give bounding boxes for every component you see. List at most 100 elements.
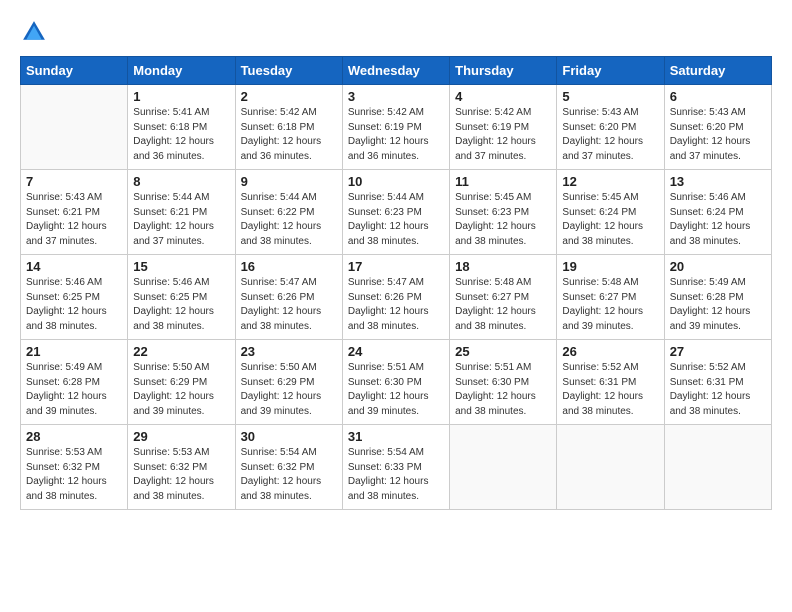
calendar-cell: 25 Sunrise: 5:51 AMSunset: 6:30 PMDayligh…: [450, 340, 557, 425]
day-info: Sunrise: 5:44 AMSunset: 6:22 PMDaylight:…: [241, 191, 337, 249]
calendar-cell: 18 Sunrise: 5:48 AMSunset: 6:27 PMDayligh…: [450, 255, 557, 340]
calendar-cell: [21, 85, 128, 170]
day-info: Sunrise: 5:43 AMSunset: 6:20 PMDaylight:…: [670, 106, 766, 164]
calendar-cell: 29Sunrise: 5:53 AMSunset: 6:32 PMDayligh…: [128, 425, 235, 510]
calendar-cell: 28 Sunrise: 5:53 AMSunset: 6:32 PMDayligh…: [21, 425, 128, 510]
day-info: Sunrise: 5:46 AMSunset: 6:25 PMDaylight:…: [26, 276, 122, 334]
calendar-week-row: 1 Sunrise: 5:41 AMSunset: 6:18 PMDaylight…: [21, 85, 772, 170]
calendar-cell: 27 Sunrise: 5:52 AMSunset: 6:31 PMDayligh…: [664, 340, 771, 425]
day-number: 19: [562, 259, 658, 274]
day-number: 28: [26, 429, 122, 444]
calendar-week-row: 7Sunrise: 5:43 AMSunset: 6:21 PMDaylight…: [21, 170, 772, 255]
calendar-cell: 3 Sunrise: 5:42 AMSunset: 6:19 PMDaylight…: [342, 85, 449, 170]
day-number: 4: [455, 89, 551, 104]
calendar-cell: 19 Sunrise: 5:48 AMSunset: 6:27 PMDayligh…: [557, 255, 664, 340]
calendar-cell: 13Sunrise: 5:46 AMSunset: 6:24 PMDayligh…: [664, 170, 771, 255]
calendar-cell: [557, 425, 664, 510]
calendar-cell: 15 Sunrise: 5:46 AMSunset: 6:25 PMDayligh…: [128, 255, 235, 340]
calendar-cell: 24 Sunrise: 5:51 AMSunset: 6:30 PMDayligh…: [342, 340, 449, 425]
calendar-cell: 1 Sunrise: 5:41 AMSunset: 6:18 PMDaylight…: [128, 85, 235, 170]
day-info: Sunrise: 5:48 AMSunset: 6:27 PMDaylight:…: [455, 276, 551, 334]
day-number: 13: [670, 174, 766, 189]
calendar-cell: 2 Sunrise: 5:42 AMSunset: 6:18 PMDaylight…: [235, 85, 342, 170]
day-info: Sunrise: 5:42 AMSunset: 6:18 PMDaylight:…: [241, 106, 337, 164]
day-info: Sunrise: 5:44 AMSunset: 6:21 PMDaylight:…: [133, 191, 229, 249]
calendar-cell: 9 Sunrise: 5:44 AMSunset: 6:22 PMDaylight…: [235, 170, 342, 255]
calendar-header-monday: Monday: [128, 57, 235, 85]
calendar-cell: 7Sunrise: 5:43 AMSunset: 6:21 PMDaylight…: [21, 170, 128, 255]
day-info: Sunrise: 5:52 AMSunset: 6:31 PMDaylight:…: [562, 361, 658, 419]
day-number: 21: [26, 344, 122, 359]
calendar-week-row: 28 Sunrise: 5:53 AMSunset: 6:32 PMDayligh…: [21, 425, 772, 510]
calendar-cell: 30 Sunrise: 5:54 AMSunset: 6:32 PMDayligh…: [235, 425, 342, 510]
day-info: Sunrise: 5:54 AMSunset: 6:33 PMDaylight:…: [348, 446, 444, 504]
day-number: 17: [348, 259, 444, 274]
day-number: 31: [348, 429, 444, 444]
calendar-header-thursday: Thursday: [450, 57, 557, 85]
day-info: Sunrise: 5:47 AMSunset: 6:26 PMDaylight:…: [348, 276, 444, 334]
day-number: 9: [241, 174, 337, 189]
calendar-cell: 20Sunrise: 5:49 AMSunset: 6:28 PMDayligh…: [664, 255, 771, 340]
day-info: Sunrise: 5:43 AMSunset: 6:21 PMDaylight:…: [26, 191, 122, 249]
calendar-header-row: SundayMondayTuesdayWednesdayThursdayFrid…: [21, 57, 772, 85]
calendar-cell: 21Sunrise: 5:49 AMSunset: 6:28 PMDayligh…: [21, 340, 128, 425]
calendar-cell: 11Sunrise: 5:45 AMSunset: 6:23 PMDayligh…: [450, 170, 557, 255]
day-number: 6: [670, 89, 766, 104]
calendar-cell: 26Sunrise: 5:52 AMSunset: 6:31 PMDayligh…: [557, 340, 664, 425]
calendar-header-wednesday: Wednesday: [342, 57, 449, 85]
calendar-cell: 10 Sunrise: 5:44 AMSunset: 6:23 PMDayligh…: [342, 170, 449, 255]
calendar-cell: 16 Sunrise: 5:47 AMSunset: 6:26 PMDayligh…: [235, 255, 342, 340]
day-info: Sunrise: 5:48 AMSunset: 6:27 PMDaylight:…: [562, 276, 658, 334]
day-number: 11: [455, 174, 551, 189]
day-number: 30: [241, 429, 337, 444]
calendar-cell: 31 Sunrise: 5:54 AMSunset: 6:33 PMDayligh…: [342, 425, 449, 510]
calendar-week-row: 21Sunrise: 5:49 AMSunset: 6:28 PMDayligh…: [21, 340, 772, 425]
day-info: Sunrise: 5:43 AMSunset: 6:20 PMDaylight:…: [562, 106, 658, 164]
calendar-header-tuesday: Tuesday: [235, 57, 342, 85]
day-number: 16: [241, 259, 337, 274]
calendar-header-friday: Friday: [557, 57, 664, 85]
day-number: 3: [348, 89, 444, 104]
day-info: Sunrise: 5:44 AMSunset: 6:23 PMDaylight:…: [348, 191, 444, 249]
calendar-cell: 12Sunrise: 5:45 AMSunset: 6:24 PMDayligh…: [557, 170, 664, 255]
calendar-cell: 22 Sunrise: 5:50 AMSunset: 6:29 PMDayligh…: [128, 340, 235, 425]
calendar-cell: 17 Sunrise: 5:47 AMSunset: 6:26 PMDayligh…: [342, 255, 449, 340]
day-info: Sunrise: 5:50 AMSunset: 6:29 PMDaylight:…: [241, 361, 337, 419]
calendar-cell: 14Sunrise: 5:46 AMSunset: 6:25 PMDayligh…: [21, 255, 128, 340]
logo: [20, 18, 52, 46]
day-info: Sunrise: 5:46 AMSunset: 6:25 PMDaylight:…: [133, 276, 229, 334]
day-number: 1: [133, 89, 229, 104]
day-info: Sunrise: 5:50 AMSunset: 6:29 PMDaylight:…: [133, 361, 229, 419]
calendar-cell: [664, 425, 771, 510]
calendar-cell: 8 Sunrise: 5:44 AMSunset: 6:21 PMDaylight…: [128, 170, 235, 255]
day-info: Sunrise: 5:51 AMSunset: 6:30 PMDaylight:…: [348, 361, 444, 419]
day-info: Sunrise: 5:51 AMSunset: 6:30 PMDaylight:…: [455, 361, 551, 419]
day-number: 15: [133, 259, 229, 274]
calendar-week-row: 14Sunrise: 5:46 AMSunset: 6:25 PMDayligh…: [21, 255, 772, 340]
day-info: Sunrise: 5:53 AMSunset: 6:32 PMDaylight:…: [133, 446, 229, 504]
day-number: 8: [133, 174, 229, 189]
day-number: 10: [348, 174, 444, 189]
day-number: 5: [562, 89, 658, 104]
day-number: 25: [455, 344, 551, 359]
day-info: Sunrise: 5:53 AMSunset: 6:32 PMDaylight:…: [26, 446, 122, 504]
calendar-cell: 23 Sunrise: 5:50 AMSunset: 6:29 PMDayligh…: [235, 340, 342, 425]
calendar-cell: 6 Sunrise: 5:43 AMSunset: 6:20 PMDaylight…: [664, 85, 771, 170]
header: [20, 18, 772, 46]
day-info: Sunrise: 5:42 AMSunset: 6:19 PMDaylight:…: [348, 106, 444, 164]
day-number: 22: [133, 344, 229, 359]
page: SundayMondayTuesdayWednesdayThursdayFrid…: [0, 0, 792, 612]
calendar-header-saturday: Saturday: [664, 57, 771, 85]
day-number: 18: [455, 259, 551, 274]
calendar-cell: [450, 425, 557, 510]
day-number: 24: [348, 344, 444, 359]
day-info: Sunrise: 5:49 AMSunset: 6:28 PMDaylight:…: [670, 276, 766, 334]
day-number: 2: [241, 89, 337, 104]
day-info: Sunrise: 5:52 AMSunset: 6:31 PMDaylight:…: [670, 361, 766, 419]
day-number: 23: [241, 344, 337, 359]
day-info: Sunrise: 5:47 AMSunset: 6:26 PMDaylight:…: [241, 276, 337, 334]
logo-icon: [20, 18, 48, 46]
day-info: Sunrise: 5:54 AMSunset: 6:32 PMDaylight:…: [241, 446, 337, 504]
day-number: 27: [670, 344, 766, 359]
day-info: Sunrise: 5:41 AMSunset: 6:18 PMDaylight:…: [133, 106, 229, 164]
